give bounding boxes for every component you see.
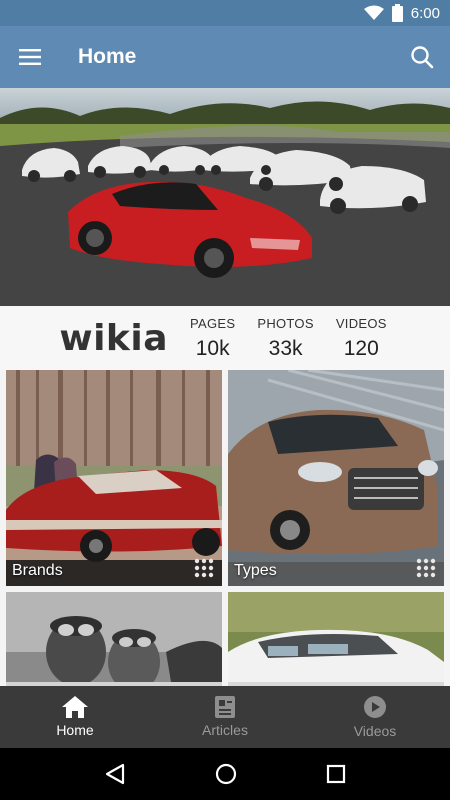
hero-image[interactable]: [0, 88, 450, 306]
brands-thumbnail: [6, 370, 222, 586]
nav-item-home[interactable]: Home: [0, 686, 150, 748]
wiki-stats: wikia PAGES 10k PHOTOS 33k VIDEOS 120: [0, 306, 450, 370]
app-bar: Home: [0, 26, 450, 88]
page-title: Home: [78, 45, 137, 68]
back-icon[interactable]: [104, 763, 126, 785]
status-bar: 6:00: [0, 0, 450, 26]
history-thumbnail: [6, 592, 222, 686]
search-button[interactable]: [394, 26, 450, 88]
nav-label: Home: [56, 722, 94, 738]
hamburger-menu-icon: [19, 49, 41, 65]
wikia-logo: wikia: [59, 317, 168, 359]
stat-label: PAGES: [190, 315, 236, 331]
status-time: 6:00: [410, 4, 440, 22]
wifi-icon: [363, 5, 384, 20]
category-tile-types[interactable]: Types: [228, 370, 444, 586]
stat-label: VIDEOS: [335, 315, 387, 331]
stat-photos: PHOTOS 33k: [257, 316, 313, 361]
category-grid: Brands Types: [0, 370, 450, 686]
home-icon: [62, 696, 88, 718]
menu-button[interactable]: [0, 26, 60, 88]
stat-value: 120: [343, 336, 379, 360]
stat-value: 10k: [195, 336, 230, 360]
category-tile-classic[interactable]: [228, 592, 444, 686]
grid-dots-icon: [194, 558, 214, 578]
nav-label: Videos: [353, 723, 397, 739]
home-circle-icon[interactable]: [215, 763, 237, 785]
bottom-navigation: Home Articles Videos: [0, 686, 450, 748]
stat-label: PHOTOS: [257, 315, 314, 331]
tile-label: Types: [234, 562, 277, 579]
tile-label: Brands: [12, 562, 63, 579]
nav-item-articles[interactable]: Articles: [150, 686, 300, 748]
recents-icon[interactable]: [326, 764, 346, 784]
nav-label: Articles: [202, 722, 248, 738]
grid-dots-icon: [416, 558, 436, 578]
articles-icon: [215, 696, 235, 718]
battery-icon: [391, 4, 403, 22]
nav-item-videos[interactable]: Videos: [300, 686, 450, 748]
stat-videos: VIDEOS 120: [336, 316, 387, 361]
types-thumbnail: [228, 370, 444, 586]
category-tile-brands[interactable]: Brands: [6, 370, 222, 586]
category-tile-history[interactable]: [6, 592, 222, 686]
system-navigation-bar: [0, 748, 450, 800]
videos-icon: [364, 696, 386, 718]
stat-pages: PAGES 10k: [190, 316, 235, 361]
search-icon: [411, 46, 434, 69]
classic-thumbnail: [228, 592, 444, 686]
hero-cars-illustration: [0, 101, 450, 306]
stat-value: 33k: [268, 336, 303, 360]
